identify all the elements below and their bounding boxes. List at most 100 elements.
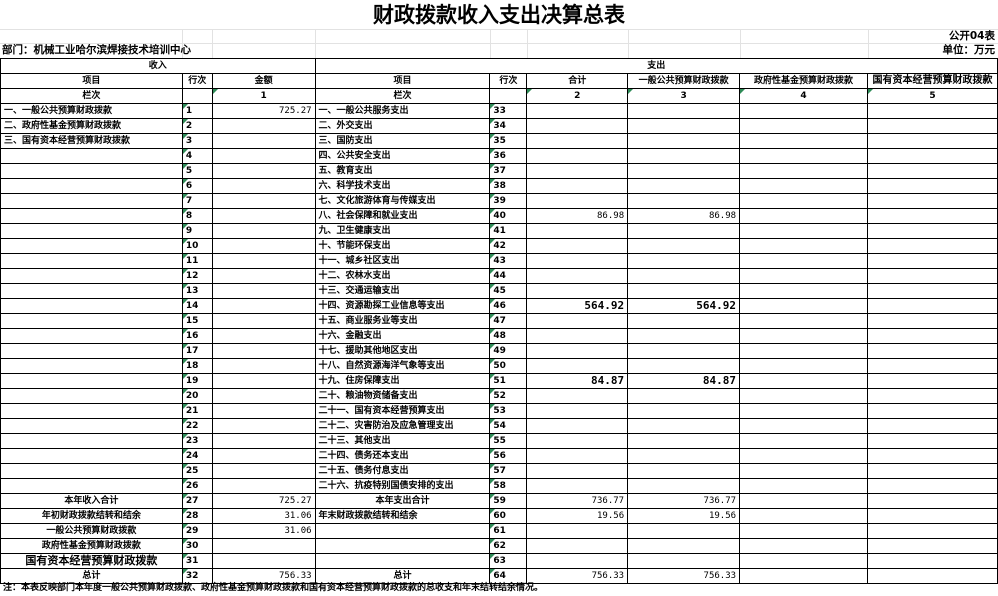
expense-row-no: 60 — [489, 508, 528, 524]
gridline — [212, 29, 213, 58]
income-row-no: 30 — [181, 538, 213, 554]
state-capital-amount — [866, 388, 998, 404]
general-budget-amount: 736.77 — [627, 493, 741, 509]
state-capital-amount — [866, 268, 998, 284]
expense-item: 十八、自然资源海洋气象等支出 — [314, 358, 491, 374]
expense-item: 二十五、债务付息支出 — [314, 463, 491, 479]
expense-total — [526, 178, 629, 194]
expense-item: 十、节能环保支出 — [314, 238, 491, 254]
expense-row-no: 36 — [489, 148, 528, 164]
expense-item: 二十、粮油物资储备支出 — [314, 388, 491, 404]
income-amount: 725.27 — [211, 103, 316, 119]
gov-fund-header: 政府性基金预算财政拨款 — [739, 73, 868, 89]
expense-item: 一、一般公共服务支出 — [314, 103, 491, 119]
table-row: 26 二十六、抗疫特别国债安排的支出 58 — [0, 478, 998, 494]
expense-item: 十五、商业服务业等支出 — [314, 313, 491, 329]
income-amount: 31.06 — [211, 508, 316, 524]
income-row-no: 15 — [181, 313, 213, 329]
expense-total — [526, 223, 629, 239]
expense-row-no: 44 — [489, 268, 528, 284]
gov-fund-amount — [739, 553, 868, 569]
expense-row-no: 41 — [489, 223, 528, 239]
expense-total — [526, 313, 629, 329]
expense-total: 86.98 — [526, 208, 629, 224]
state-capital-amount — [866, 238, 998, 254]
expense-item: 八、社会保障和就业支出 — [314, 208, 491, 224]
gov-fund-amount — [739, 103, 868, 119]
income-amount — [211, 208, 316, 224]
gov-fund-amount — [739, 463, 868, 479]
expense-row-no: 56 — [489, 448, 528, 464]
gov-fund-amount — [739, 433, 868, 449]
empty-cell — [489, 88, 528, 104]
general-budget-amount — [627, 448, 741, 464]
income-item — [0, 253, 183, 269]
income-row-no: 24 — [181, 448, 213, 464]
income-item: 一般公共预算财政拨款 — [0, 523, 183, 539]
general-budget-amount — [627, 538, 741, 554]
expense-item: 二、外交支出 — [314, 118, 491, 134]
expense-row-no: 34 — [489, 118, 528, 134]
table-row: 21 二十一、国有资本经营预算支出 53 — [0, 403, 998, 419]
income-row-no: 16 — [181, 328, 213, 344]
gov-fund-amount — [739, 523, 868, 539]
table-row: 14 十四、资源勘探工业信息等支出 46 564.92 564.92 — [0, 298, 998, 314]
gridline — [0, 29, 998, 30]
expense-total — [526, 163, 629, 179]
col-number-2: 2 — [526, 88, 629, 104]
table-row: 4 四、公共安全支出 36 — [0, 148, 998, 164]
state-capital-amount — [866, 253, 998, 269]
expense-total — [526, 523, 629, 539]
expense-row-no: 49 — [489, 343, 528, 359]
gov-fund-amount — [739, 163, 868, 179]
income-amount — [211, 433, 316, 449]
expense-item: 二十三、其他支出 — [314, 433, 491, 449]
income-item — [0, 433, 183, 449]
state-capital-amount — [866, 478, 998, 494]
general-budget-amount — [627, 403, 741, 419]
form-code: 公开04表 — [948, 30, 995, 42]
income-item — [0, 238, 183, 254]
expense-item: 四、公共安全支出 — [314, 148, 491, 164]
income-amount — [211, 373, 316, 389]
expense-total — [526, 253, 629, 269]
table-row: 12 十二、农林水支出 44 — [0, 268, 998, 284]
table-row: 6 六、科学技术支出 38 — [0, 178, 998, 194]
state-capital-amount — [866, 133, 998, 149]
expense-row-no: 35 — [489, 133, 528, 149]
table-note: 注：本表反映部门本年度一般公共预算财政拨款、政府性基金预算财政拨款和国有资本经营… — [3, 583, 544, 593]
expense-row-no: 58 — [489, 478, 528, 494]
state-capital-amount — [866, 553, 998, 569]
income-amount — [211, 268, 316, 284]
income-item — [0, 268, 183, 284]
expense-total — [526, 118, 629, 134]
gov-fund-amount — [739, 223, 868, 239]
income-section-header: 收入 — [0, 58, 316, 74]
gov-fund-amount — [739, 313, 868, 329]
state-capital-amount — [866, 313, 998, 329]
general-budget-amount — [627, 463, 741, 479]
income-row-no: 12 — [181, 268, 213, 284]
general-budget-amount — [627, 103, 741, 119]
expense-item — [314, 553, 491, 569]
income-row-no: 26 — [181, 478, 213, 494]
general-budget-amount: 86.98 — [627, 208, 741, 224]
income-item — [0, 358, 183, 374]
income-amount — [211, 238, 316, 254]
expense-total — [526, 268, 629, 284]
income-amount — [211, 283, 316, 299]
table-row: 25 二十五、债务付息支出 57 — [0, 463, 998, 479]
gov-fund-amount — [739, 388, 868, 404]
income-row-no: 13 — [181, 283, 213, 299]
income-item: 一、一般公共预算财政拨款 — [0, 103, 183, 119]
table-row: 7 七、文化旅游体育与传媒支出 39 — [0, 193, 998, 209]
income-amount — [211, 418, 316, 434]
general-budget-amount — [627, 478, 741, 494]
gridline — [490, 29, 491, 58]
income-column-label: 栏次 — [0, 88, 183, 104]
income-amount — [211, 163, 316, 179]
department-label: 部门：机械工业哈尔滨焊接技术培训中心 — [2, 44, 191, 56]
gov-fund-amount — [739, 538, 868, 554]
expense-total — [526, 448, 629, 464]
general-budget-amount: 564.92 — [627, 298, 741, 314]
